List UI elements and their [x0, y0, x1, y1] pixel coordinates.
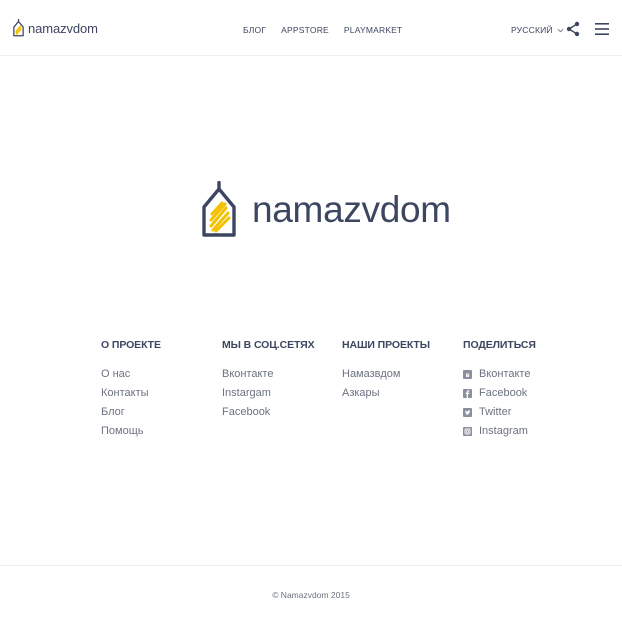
instagram-icon [463, 427, 472, 436]
share-link-facebook[interactable]: Facebook [463, 384, 583, 403]
site-footer: © Namazvdom 2015 [0, 565, 622, 623]
column-title: МЫ В СОЦ.СЕТЯХ [222, 339, 315, 351]
brand-logo-link[interactable]: namazvdom [12, 18, 98, 38]
footer-column-share: ПОДЕЛИТЬСЯ в Вконтакте Facebook Twitter [463, 337, 583, 441]
brand-name: namazvdom [28, 20, 98, 36]
column-title: ПОДЕЛИТЬСЯ [463, 339, 536, 351]
language-label: РУССКИЙ [511, 25, 553, 35]
footer-column-about: О ПРОЕКТЕ О нас Контакты Блог Помощь [101, 337, 221, 441]
facebook-icon [463, 389, 472, 398]
language-selector[interactable]: РУССКИЙ [511, 24, 564, 36]
share-link-label: Вконтакте [479, 368, 531, 380]
hamburger-menu-icon[interactable] [594, 22, 610, 36]
footer-links: О ПРОЕКТЕ О нас Контакты Блог Помощь МЫ … [0, 337, 622, 447]
nav-item-blog[interactable]: БЛОГ [243, 24, 266, 36]
footer-link-vkontakte[interactable]: Вконтакте [222, 365, 342, 384]
footer-column-social: МЫ В СОЦ.СЕТЯХ Вконтакте Instargam Faceb… [222, 337, 342, 422]
footer-link-facebook[interactable]: Facebook [222, 403, 342, 422]
svg-text:в: в [465, 371, 469, 379]
column-title: О ПРОЕКТЕ [101, 339, 161, 351]
twitter-icon [463, 408, 472, 417]
footer-column-projects: НАШИ ПРОЕКТЫ Намазвдом Азкары [342, 337, 462, 403]
share-link-label: Instagram [479, 425, 528, 437]
hero-brand-name: namazvdom [252, 189, 451, 230]
nav-item-playmarket[interactable]: PLAYMARKET [344, 24, 403, 36]
share-link-instagram[interactable]: Instagram [463, 422, 583, 441]
footer-link-contacts[interactable]: Контакты [101, 384, 221, 403]
footer-link-blog[interactable]: Блог [101, 403, 221, 422]
nav-item-appstore[interactable]: APPSTORE [281, 24, 329, 36]
column-title: НАШИ ПРОЕКТЫ [342, 339, 430, 351]
house-logo-icon [202, 181, 236, 237]
site-header: namazvdom БЛОГ APPSTORE PLAYMARKET РУССК… [0, 0, 622, 56]
share-link-twitter[interactable]: Twitter [463, 403, 583, 422]
vk-icon: в [463, 370, 472, 379]
main-nav: БЛОГ APPSTORE PLAYMARKET [243, 24, 417, 36]
footer-link-azkary[interactable]: Азкары [342, 384, 462, 403]
share-link-label: Twitter [479, 406, 512, 418]
chevron-down-icon [557, 28, 564, 32]
footer-link-instagram[interactable]: Instargam [222, 384, 342, 403]
footer-link-help[interactable]: Помощь [101, 422, 221, 441]
copyright-text: © Namazvdom 2015 [272, 590, 350, 600]
hero-logo: namazvdom [200, 181, 451, 239]
footer-link-about-us[interactable]: О нас [101, 365, 221, 384]
share-link-label: Facebook [479, 387, 528, 399]
share-icon[interactable] [566, 21, 580, 37]
share-link-vkontakte[interactable]: в Вконтакте [463, 365, 583, 384]
footer-link-namazvdom[interactable]: Намазвдом [342, 365, 462, 384]
house-logo-icon [13, 19, 24, 37]
